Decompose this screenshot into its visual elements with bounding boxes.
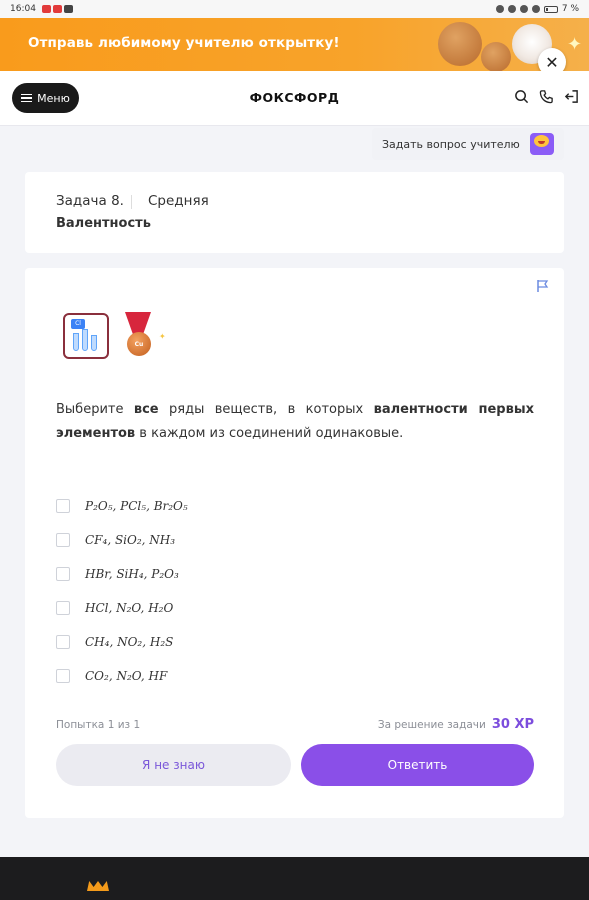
option-checkbox[interactable] bbox=[56, 533, 70, 547]
dont-know-button[interactable]: Я не знаю bbox=[56, 744, 291, 786]
phone-icon[interactable] bbox=[539, 89, 554, 104]
gallery-icon bbox=[63, 5, 73, 13]
option-checkbox[interactable] bbox=[56, 499, 70, 513]
wifi-icon bbox=[531, 5, 540, 13]
status-time: 16:04 bbox=[10, 4, 36, 14]
crown-icon bbox=[87, 881, 109, 891]
task-topic: Валентность bbox=[56, 216, 151, 231]
teacher-avatar-icon bbox=[530, 133, 554, 155]
ask-teacher-button[interactable]: Задать вопрос учителю bbox=[372, 128, 564, 160]
bluetooth-icon bbox=[495, 5, 504, 13]
option-checkbox[interactable] bbox=[56, 601, 70, 615]
answer-button[interactable]: Ответить bbox=[301, 744, 534, 786]
site-footer bbox=[0, 857, 589, 900]
battery-icon bbox=[543, 5, 558, 13]
promo-banner[interactable]: Отправь любимому учителю открытку! ✦ ✕ bbox=[0, 18, 589, 71]
option-6[interactable]: CO₂, N₂O, HF bbox=[56, 659, 188, 693]
reward-info: За решение задачи 30 XP bbox=[378, 717, 534, 732]
attempts-counter: Попытка 1 из 1 bbox=[56, 719, 141, 731]
task-number: Задача 8. bbox=[56, 193, 124, 209]
location-icon bbox=[507, 5, 516, 13]
question-text: Выберите все ряды веществ, в которых вал… bbox=[56, 402, 534, 441]
option-5[interactable]: CH₄, NO₂, H₂S bbox=[56, 625, 188, 659]
option-checkbox[interactable] bbox=[56, 567, 70, 581]
site-header: Меню ФОКСФОРД bbox=[0, 71, 589, 126]
status-bar: 16:04 7 % bbox=[0, 0, 589, 18]
ask-teacher-label: Задать вопрос учителю bbox=[382, 137, 520, 151]
task-header-card: Задача 8. Средняя Валентность bbox=[25, 172, 564, 253]
option-1[interactable]: P₂O₅, PCl₅, Br₂O₅ bbox=[56, 489, 188, 523]
medal-badge-icon: Cu ✦ bbox=[121, 312, 166, 362]
cookie-heart-image bbox=[438, 22, 482, 66]
option-label: HCl, N₂O, H₂O bbox=[85, 601, 174, 615]
task-difficulty: Средняя bbox=[148, 193, 209, 209]
battery-level: 7 % bbox=[561, 4, 579, 14]
option-checkbox[interactable] bbox=[56, 635, 70, 649]
cookie-image bbox=[481, 42, 511, 71]
sparkle-icon: ✦ bbox=[567, 34, 583, 55]
option-label: CH₄, NO₂, H₂S bbox=[85, 635, 174, 649]
promo-banner-text: Отправь любимому учителю открытку! bbox=[28, 35, 340, 51]
option-checkbox[interactable] bbox=[56, 669, 70, 683]
option-label: CO₂, N₂O, HF bbox=[85, 669, 168, 683]
option-label: HBr, SiH₄, P₂O₃ bbox=[85, 567, 179, 581]
reward-xp: 30 XP bbox=[491, 717, 534, 732]
question-card: Cl Cu ✦ Выберите все ряды веществ, в кот… bbox=[25, 268, 564, 818]
report-flag-icon[interactable] bbox=[536, 279, 550, 293]
app-icon bbox=[52, 5, 62, 13]
reward-label: За решение задачи bbox=[377, 719, 486, 731]
logout-icon[interactable] bbox=[564, 89, 579, 104]
logo[interactable]: ФОКСФОРД bbox=[0, 90, 589, 105]
divider bbox=[131, 195, 132, 209]
option-4[interactable]: HCl, N₂O, H₂O bbox=[56, 591, 188, 625]
option-3[interactable]: HBr, SiH₄, P₂O₃ bbox=[56, 557, 188, 591]
answer-options: P₂O₅, PCl₅, Br₂O₅ CF₄, SiO₂, NH₃ HBr, Si… bbox=[56, 489, 188, 693]
search-icon[interactable] bbox=[514, 89, 529, 104]
mute-icon bbox=[519, 5, 528, 13]
notification-icon bbox=[41, 5, 51, 13]
close-icon[interactable]: ✕ bbox=[538, 48, 566, 71]
option-2[interactable]: CF₄, SiO₂, NH₃ bbox=[56, 523, 188, 557]
option-label: P₂O₅, PCl₅, Br₂O₅ bbox=[85, 499, 188, 513]
option-label: CF₄, SiO₂, NH₃ bbox=[85, 533, 176, 547]
chemistry-lab-badge-icon: Cl bbox=[63, 313, 109, 359]
